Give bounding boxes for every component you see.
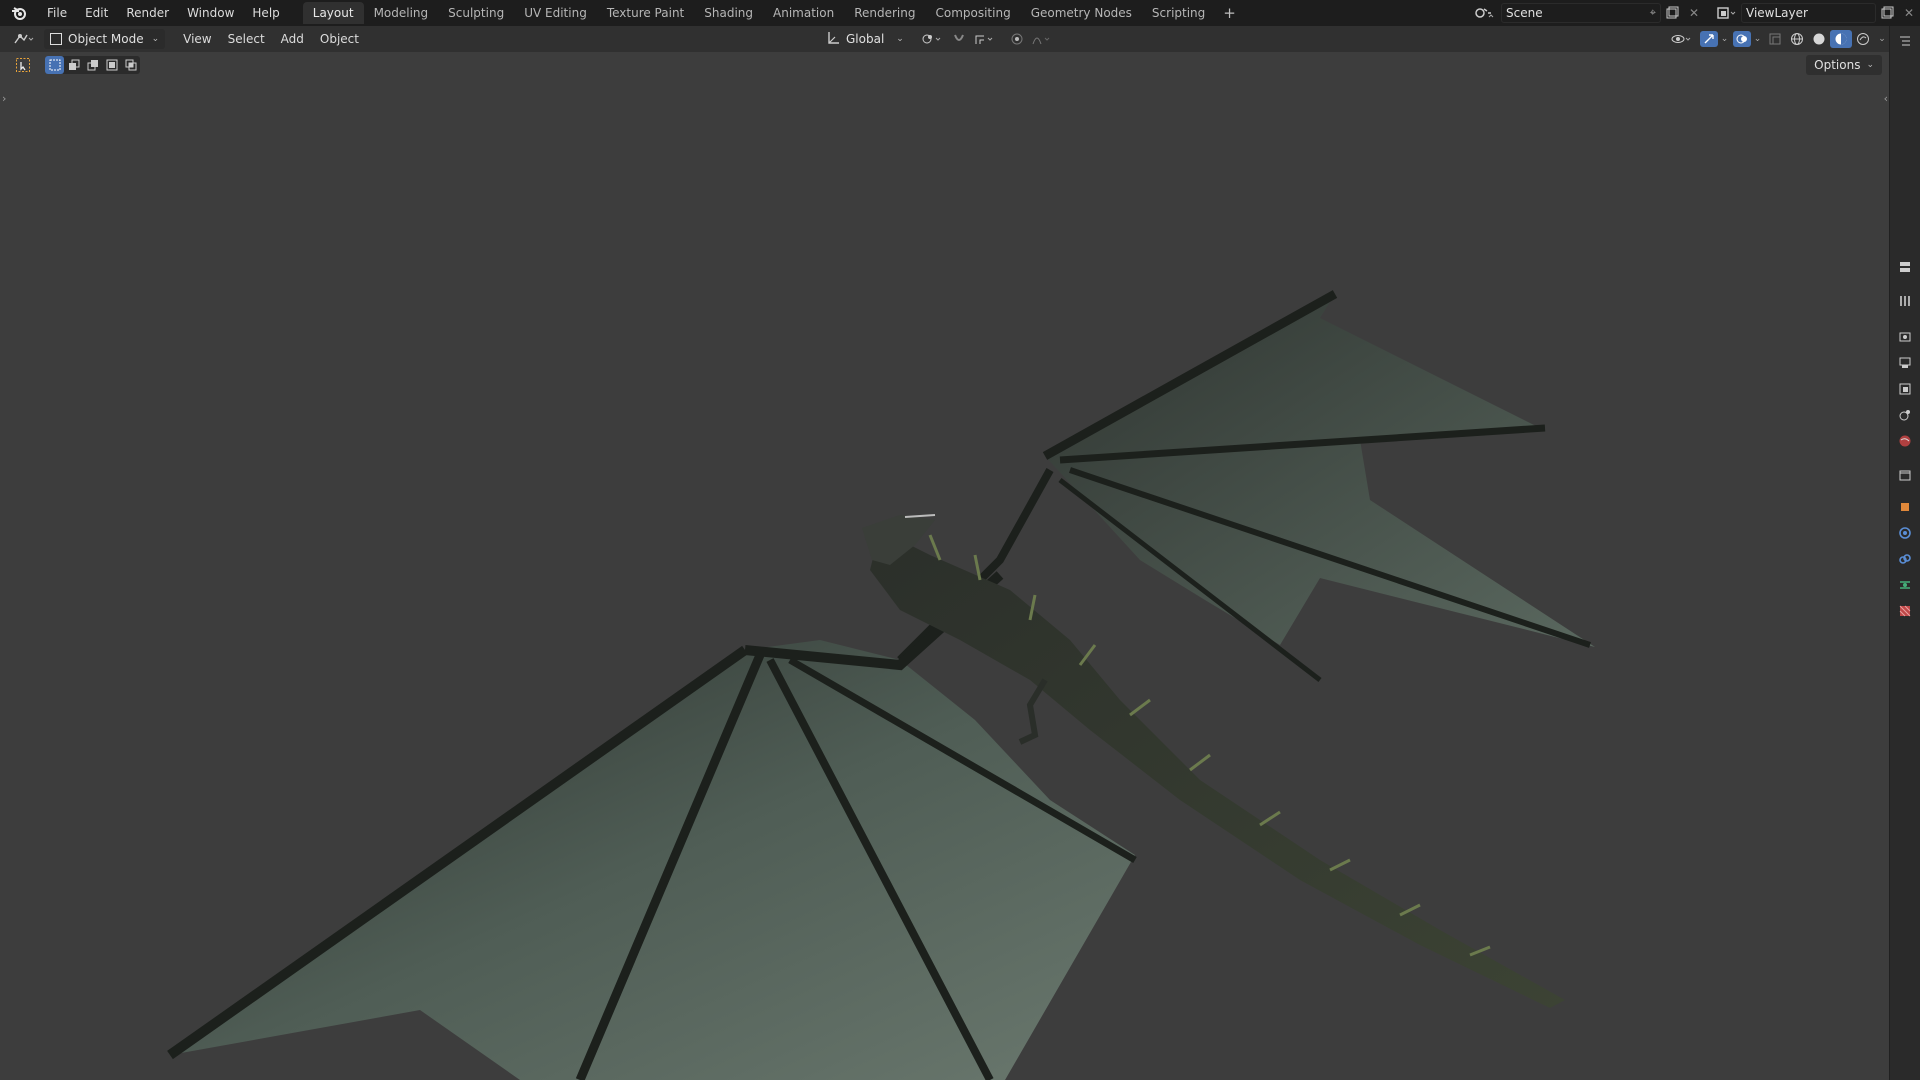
scene-icon[interactable] [1890,402,1920,428]
proportional-editing-icon[interactable] [1006,30,1028,48]
chevron-down-icon: ⌄ [1866,60,1874,70]
solid-shading-icon[interactable] [1808,30,1830,48]
viewport-header-right: ⌄ ⌄ ⌄ [1666,26,1890,52]
snap-target-icon[interactable] [970,30,1000,48]
right-wing [1045,294,1595,647]
tab-sculpting[interactable]: Sculpting [438,2,514,24]
menu-render[interactable]: Render [117,0,178,26]
menu-edit[interactable]: Edit [76,0,117,26]
snap-icon[interactable] [948,30,970,48]
chevron-down-icon: ⌄ [151,34,160,44]
new-view-layer-icon[interactable] [1876,4,1898,22]
mode-label: Object Mode [68,32,144,46]
gizmo-toggle-icon[interactable]: ⌄ [1698,30,1730,48]
object-mode-icon [50,33,62,45]
selection-mode-group [45,56,140,74]
collection-icon[interactable] [1890,462,1920,488]
world-icon[interactable] [1890,428,1920,454]
view-layer-name: ViewLayer [1746,6,1808,20]
properties-tabs [1889,26,1920,1080]
select-invert-icon[interactable] [102,56,121,74]
constraints-icon[interactable] [1890,546,1920,572]
menu-add[interactable]: Add [273,32,312,46]
orientation-icon [826,31,840,48]
view-layer-field[interactable]: ViewLayer [1741,3,1876,23]
orientation-label: Global [846,32,885,46]
view-layer-icon[interactable] [1711,4,1741,22]
xray-icon[interactable] [1764,30,1786,48]
dragon-leg [1018,678,1048,745]
object-icon[interactable] [1890,494,1920,520]
tab-texture-paint[interactable]: Texture Paint [597,2,694,24]
transform-controls: Global ⌄ [820,29,1056,49]
options-dropdown[interactable]: Options ⌄ [1806,55,1882,75]
select-extend-icon[interactable] [64,56,83,74]
scene-name: Scene [1506,6,1543,20]
rendered-shading-icon[interactable] [1852,30,1874,48]
tab-scripting[interactable]: Scripting [1142,2,1215,24]
top-bar: File Edit Render Window Help Layout Mode… [0,0,1920,26]
transform-orientation-dropdown[interactable]: Global ⌄ [820,29,910,49]
tab-uv-editing[interactable]: UV Editing [514,2,597,24]
dragon-model[interactable] [0,78,1890,1080]
visibility-icon[interactable] [1666,30,1698,48]
tab-compositing[interactable]: Compositing [925,2,1020,24]
shading-options-icon[interactable]: ⌄ [1874,30,1890,48]
select-subtract-icon[interactable] [83,56,102,74]
pivot-point-icon[interactable] [916,30,948,48]
select-new-icon[interactable] [45,56,64,74]
menu-view[interactable]: View [175,32,219,46]
scene-icon[interactable] [1469,4,1499,22]
tab-geometry-nodes[interactable]: Geometry Nodes [1021,2,1142,24]
close-view-layer-icon[interactable]: ✕ [1898,4,1920,22]
pin-icon[interactable]: ⌖ [1650,6,1656,20]
tool-header: Options ⌄ [0,52,1890,78]
scene-name-field[interactable]: Scene ⌖ [1501,3,1661,23]
select-tool-icon[interactable] [12,56,34,74]
tab-modeling[interactable]: Modeling [364,2,439,24]
data-icon[interactable] [1890,572,1920,598]
render-icon[interactable] [1890,324,1920,350]
menu-object[interactable]: Object [312,32,367,46]
tab-layout[interactable]: Layout [302,2,364,24]
tab-animation[interactable]: Animation [763,2,844,24]
3d-viewport-icon[interactable] [8,30,40,48]
chevron-down-icon: ⌄ [896,34,904,44]
tab-rendering[interactable]: Rendering [844,2,925,24]
tool-icon[interactable] [1890,288,1920,314]
falloff-icon[interactable] [1028,30,1056,48]
output-icon[interactable] [1890,350,1920,376]
scene-viewlayer-controls: Scene ⌖ ✕ ViewLayer ✕ [1469,0,1920,26]
tab-shading[interactable]: Shading [694,2,763,24]
workspace-tabs: Layout Modeling Sculpting UV Editing Tex… [302,0,1244,26]
left-wing [170,640,1135,1080]
mode-dropdown[interactable]: Object Mode ⌄ [44,29,166,49]
wireframe-shading-icon[interactable] [1786,30,1808,48]
menu-file[interactable]: File [38,0,76,26]
material-preview-icon[interactable] [1830,30,1852,48]
menu-window[interactable]: Window [178,0,243,26]
add-workspace-button[interactable]: + [1215,4,1244,22]
material-icon[interactable] [1890,598,1920,624]
properties-editor-icon[interactable] [1890,254,1920,280]
select-intersect-icon[interactable] [121,56,140,74]
overlays-icon[interactable]: ⌄ [1730,30,1764,48]
close-scene-icon[interactable]: ✕ [1683,4,1705,22]
outliner-toggle-icon[interactable] [1890,28,1920,54]
menu-select[interactable]: Select [220,32,273,46]
blender-logo-icon[interactable] [8,2,30,24]
3d-viewport[interactable]: › ‹ [0,78,1890,1080]
modifier-icon[interactable] [1890,520,1920,546]
options-label: Options [1814,58,1861,72]
new-scene-icon[interactable] [1661,4,1683,22]
menu-help[interactable]: Help [243,0,288,26]
viewport-header: Object Mode ⌄ View Select Add Object Glo… [0,26,1890,52]
view-layer-icon[interactable] [1890,376,1920,402]
